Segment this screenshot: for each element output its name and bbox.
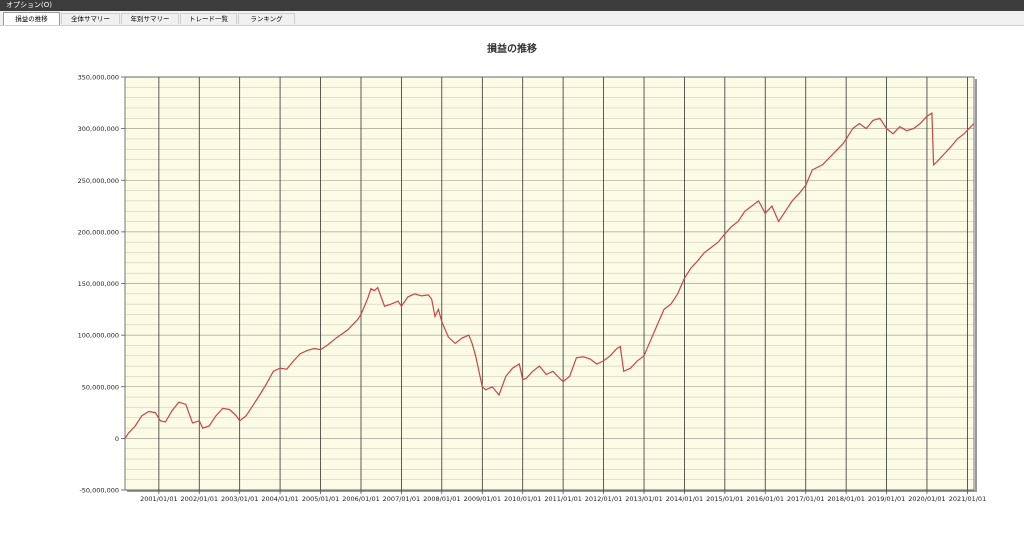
y-tick-label: -50,000,000 xyxy=(79,487,119,495)
x-tick-label: 2007/01/01 xyxy=(383,495,420,503)
x-tick-label: 2014/01/01 xyxy=(666,495,703,503)
y-tick-label: 150,000,000 xyxy=(78,280,119,288)
x-tick-label: 2011/01/01 xyxy=(544,495,581,503)
x-tick-label: 2019/01/01 xyxy=(868,495,905,503)
x-tick-label: 2008/01/01 xyxy=(423,495,460,503)
x-tick-label: 2020/01/01 xyxy=(908,495,945,503)
x-tick-label: 2018/01/01 xyxy=(827,495,864,503)
x-tick-label: 2012/01/01 xyxy=(585,495,622,503)
y-tick-label: 300,000,000 xyxy=(78,125,119,133)
y-tick-label: 0 xyxy=(115,435,119,443)
x-tick-label: 2009/01/01 xyxy=(464,495,501,503)
x-tick-label: 2017/01/01 xyxy=(787,495,824,503)
x-tick-label: 2002/01/01 xyxy=(181,495,218,503)
y-tick-label: 250,000,000 xyxy=(78,177,119,185)
x-tick-label: 2003/01/01 xyxy=(221,495,258,503)
y-tick-label: 350,000,000 xyxy=(78,74,119,82)
x-tick-label: 2005/01/01 xyxy=(302,495,339,503)
x-tick-label: 2015/01/01 xyxy=(706,495,743,503)
x-tick-label: 2016/01/01 xyxy=(747,495,784,503)
x-tick-label: 2013/01/01 xyxy=(625,495,662,503)
x-tick-label: 2021/01/01 xyxy=(949,495,986,503)
pnl-line-chart: 350,000,000 300,000,000 250,000,000 200,000… xyxy=(78,74,987,504)
y-tick-label: 50,000,000 xyxy=(82,383,119,391)
x-tick-label: 2010/01/01 xyxy=(504,495,541,503)
x-tick-label: 2006/01/01 xyxy=(342,495,379,503)
y-tick-label: 200,000,000 xyxy=(78,228,119,236)
x-tick-label: 2001/01/01 xyxy=(140,495,177,503)
y-tick-label: 100,000,000 xyxy=(78,332,119,340)
x-tick-label: 2004/01/01 xyxy=(261,495,298,503)
